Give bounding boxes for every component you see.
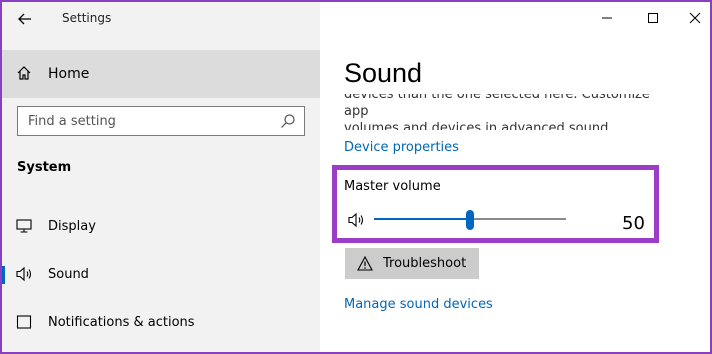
sidebar-item-label: Sound [48, 267, 89, 282]
back-arrow-icon [18, 13, 31, 25]
description-line: devices than the one selected here. Cust… [344, 94, 650, 119]
troubleshoot-label: Troubleshoot [383, 256, 467, 271]
sidebar-item-home[interactable]: Home [2, 50, 320, 98]
manage-sound-devices-link[interactable]: Manage sound devices [344, 297, 493, 312]
home-icon [16, 65, 32, 85]
active-indicator [2, 266, 5, 284]
close-button[interactable] [672, 2, 710, 34]
monitor-icon [16, 218, 32, 238]
sidebar: Settings Home System [2, 2, 320, 352]
sidebar-item-label: Display [48, 219, 96, 234]
warning-icon [357, 255, 373, 275]
section-title: System [17, 160, 72, 175]
troubleshoot-button[interactable]: Troubleshoot [345, 248, 479, 279]
sidebar-item-sound[interactable]: Sound [2, 255, 320, 295]
main-content: Sound devices than the one selected here… [320, 2, 710, 352]
back-button[interactable] [8, 6, 42, 32]
sidebar-item-label: Notifications & actions [48, 315, 195, 330]
maximize-button[interactable] [630, 2, 676, 34]
description-line: volumes and devices in advanced sound op… [344, 121, 609, 130]
minimize-icon [602, 17, 612, 19]
slider-fill [374, 218, 470, 220]
speaker-icon[interactable] [348, 212, 366, 232]
page-title: Sound [344, 58, 423, 88]
notification-icon [16, 314, 32, 334]
minimize-button[interactable] [584, 2, 630, 34]
highlight-box [332, 165, 659, 243]
close-icon [689, 12, 701, 24]
master-volume-slider[interactable] [374, 210, 566, 230]
search-icon[interactable] [280, 113, 296, 133]
sidebar-item-notifications[interactable]: Notifications & actions [2, 303, 320, 343]
sidebar-item-label: Home [48, 66, 90, 82]
slider-thumb[interactable] [466, 210, 474, 230]
maximize-icon [648, 13, 658, 23]
device-properties-link[interactable]: Device properties [344, 140, 459, 155]
search-box [17, 106, 305, 136]
title-bar: Settings [2, 2, 320, 36]
search-input[interactable] [28, 112, 268, 130]
app-title: Settings [62, 11, 112, 25]
sound-description: devices than the one selected here. Cust… [344, 94, 664, 130]
volume-value: 50 [622, 213, 645, 234]
settings-window: Settings Home System [0, 0, 712, 354]
speaker-icon [16, 266, 34, 286]
sidebar-item-display[interactable]: Display [2, 207, 320, 247]
master-volume-label: Master volume [344, 179, 441, 194]
